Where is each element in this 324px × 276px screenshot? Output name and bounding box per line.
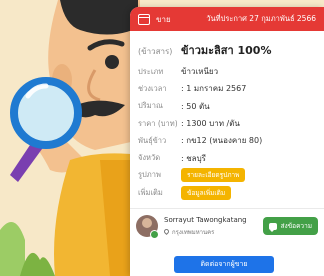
detail-row-period: ช่วงเวลา : 1 มกราคม 2567 [138,80,316,97]
listing-title: ข้าวมะลิสา 100% [181,44,272,57]
detail-list: ประเภท ข้าวเหนียว ช่วงเวลา : 1 มกราคม 25… [130,63,324,201]
detail-row-photo: รูปภาพ รายละเอียดรูปภาพ [138,167,316,184]
chat-icon [268,222,277,232]
seller-info: Sorrayut Tawongkatang กรุงเทพมหานคร [162,216,247,237]
view-photos-button[interactable]: รายละเอียดรูปภาพ [181,168,246,183]
detail-row-extra: เพิ่มเติม ข้อมูลเพิ่มเติม [138,184,316,201]
send-message-label: ส่งข้อความ [280,222,312,231]
calendar-icon [138,13,150,25]
detail-value: : 1300 บาท /ตัน [181,119,240,129]
detail-label: จังหวัด [138,153,161,163]
detail-row-price: ราคา (บาท) : 1300 บาท /ตัน [138,115,316,132]
detail-value: : 50 ตัน [181,101,210,111]
contact-seller-button[interactable]: ติดต่อจากผู้ขาย [174,256,274,273]
card-header: ขาย วันที่ประกาศ 27 กุมภาพันธ์ 2566 [130,7,324,31]
more-info-button[interactable]: ข้อมูลเพิ่มเติม [181,185,232,200]
detail-label: ช่วงเวลา [138,83,167,93]
detail-value: : ชลบุรี [181,153,206,163]
detail-row-quantity: ปริมาณ : 50 ตัน [138,98,316,115]
detail-value: : 1 มกราคม 2567 [181,84,247,94]
detail-value: ข้าวเหนียว [181,67,219,77]
detail-row-type: ประเภท ข้าวเหนียว [138,63,316,80]
detail-value: : กข12 (หนองคาย 80) [181,136,263,146]
detail-row-variety: พันธุ์ข้าว : กข12 (หนองคาย 80) [138,132,316,149]
listing-title-row: (ข้าวสาร) ข้าวมะลิสา 100% [130,31,324,63]
detail-label: ประเภท [138,66,164,76]
listing-type: ขาย [156,14,171,24]
seller-name[interactable]: Sorrayut Tawongkatang [164,216,247,224]
title-category: (ข้าวสาร) [138,47,173,56]
send-message-button[interactable]: ส่งข้อความ [262,217,318,236]
detail-label: พันธุ์ข้าว [138,135,167,145]
post-date: วันที่ประกาศ 27 กุมภาพันธ์ 2566 [206,14,316,23]
detail-row-province: จังหวัด : ชลบุรี [138,149,316,166]
detail-label: ปริมาณ [138,101,163,111]
seller-location-text: กรุงเทพมหานคร [172,228,215,236]
seller-location: กรุงเทพมหานคร [162,227,247,237]
listing-card: ขาย วันที่ประกาศ 27 กุมภาพันธ์ 2566 (ข้า… [130,7,324,276]
detail-label: เพิ่มเติม [138,187,163,197]
verified-check-icon [150,230,159,240]
location-pin-icon [162,228,171,236]
detail-label: รูปภาพ [138,170,161,180]
seller-section: Sorrayut Tawongkatang กรุงเทพมหานคร ส่งข… [130,209,324,240]
detail-label: ราคา (บาท) [138,118,178,128]
